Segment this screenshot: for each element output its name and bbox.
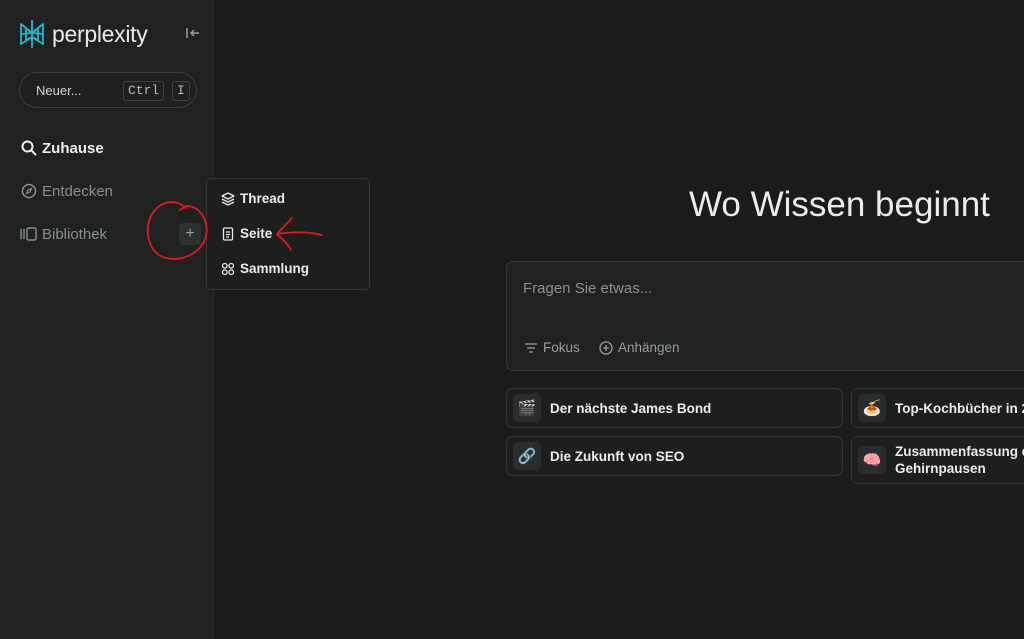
menu-item-label: Sammlung (240, 261, 310, 276)
add-button[interactable]: + (179, 223, 201, 245)
grid-icon (221, 262, 235, 276)
search-input[interactable] (523, 280, 1003, 297)
new-thread-label: Neuer... (36, 82, 82, 98)
attach-button[interactable]: Anhängen (599, 340, 680, 355)
create-menu: Thread Seite Sammlung (206, 178, 370, 290)
search-icon (20, 139, 38, 157)
suggestion-text: Top-Kochbücher in 2 (895, 400, 1024, 416)
focus-button[interactable]: Fokus (524, 340, 580, 355)
sidebar: perplexity Neuer... Ctrl I Zuhause Entde… (0, 0, 214, 639)
new-thread-button[interactable]: Neuer... Ctrl I (19, 72, 197, 108)
shortcut-i-key: I (172, 81, 190, 101)
suggestion-card[interactable]: 🔗 Die Zukunft von SEO (506, 436, 843, 476)
suggestion-text: Zusammenfassung d Gehirnpausen (895, 443, 1024, 477)
ask-box: Fokus Anhängen (506, 261, 1024, 371)
suggestion-text-line1: Zusammenfassung d (895, 444, 1024, 459)
layers-icon (221, 191, 235, 206)
suggestion-card[interactable]: 🎬 Der nächste James Bond (506, 388, 843, 428)
attach-label: Anhängen (618, 340, 680, 355)
sidebar-item-label: Entdecken (42, 182, 113, 200)
link-icon: 🔗 (513, 442, 541, 470)
sidebar-item-home[interactable]: Zuhause (20, 139, 104, 157)
menu-item-page[interactable]: Seite (221, 226, 272, 241)
page-title: Wo Wissen beginnt (689, 185, 990, 224)
suggestion-text: Die Zukunft von SEO (550, 448, 685, 464)
perplexity-logo-icon (20, 20, 44, 48)
sidebar-item-discover[interactable]: Entdecken (20, 182, 113, 200)
page-icon (221, 226, 235, 241)
sidebar-item-label: Bibliothek (42, 225, 108, 243)
menu-item-collection[interactable]: Sammlung (221, 261, 309, 276)
shortcut-ctrl-key: Ctrl (123, 81, 165, 101)
menu-item-label: Thread (240, 191, 286, 206)
sidebar-item-label: Zuhause (42, 139, 104, 157)
compass-icon (20, 182, 38, 200)
brain-icon: 🧠 (858, 446, 886, 474)
suggestion-text: Der nächste James Bond (550, 400, 712, 416)
menu-item-thread[interactable]: Thread (221, 191, 285, 206)
suggestion-card[interactable]: 🍝 Top-Kochbücher in 2 (851, 388, 1024, 428)
brand-name: perplexity (52, 20, 148, 47)
collapse-sidebar-icon[interactable] (184, 26, 202, 40)
filter-icon (524, 341, 538, 355)
plus-circle-icon (599, 340, 613, 355)
focus-label: Fokus (543, 340, 580, 355)
sidebar-item-library[interactable]: Bibliothek (20, 225, 107, 243)
library-icon (20, 225, 38, 243)
perplexity-logo[interactable]: perplexity (18, 18, 148, 50)
suggestion-card[interactable]: 🧠 Zusammenfassung d Gehirnpausen (851, 436, 1024, 484)
clapperboard-icon: 🎬 (513, 394, 541, 422)
suggestion-text-line2: Gehirnpausen (895, 461, 986, 476)
menu-item-label: Seite (240, 226, 273, 241)
spaghetti-icon: 🍝 (858, 394, 886, 422)
